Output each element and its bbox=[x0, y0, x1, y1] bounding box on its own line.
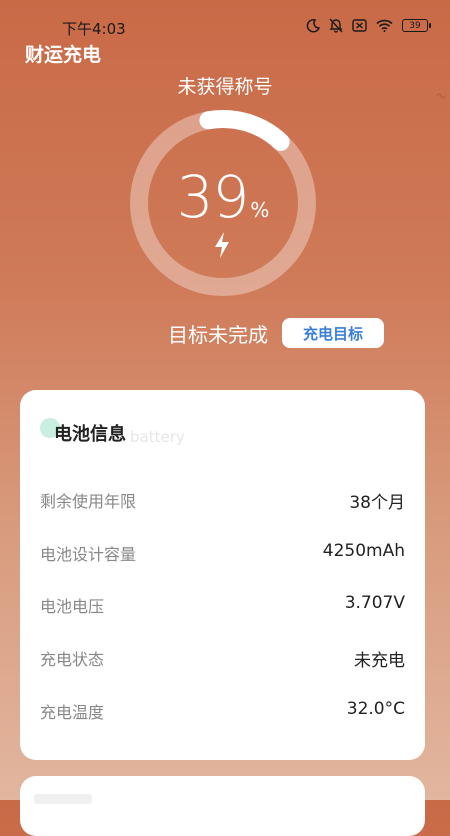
info-label: 电池电压 bbox=[40, 597, 105, 616]
info-value: 4250mAh bbox=[322, 541, 405, 561]
info-label: 电池设计容量 bbox=[40, 545, 137, 564]
honor-title: 未获得称号 bbox=[177, 76, 273, 98]
secondary-card-placeholder bbox=[34, 794, 92, 804]
charge-gauge: 39% bbox=[128, 108, 318, 298]
goal-row: 目标未完成 充电目标 bbox=[168, 318, 384, 348]
moon-icon bbox=[306, 18, 320, 33]
info-label: 剩余使用年限 bbox=[40, 492, 137, 511]
info-value: 3.707V bbox=[344, 593, 405, 613]
battery-info-card: 电池信息 battery 剩余使用年限 38个月 电池设计容量 4250mAh … bbox=[20, 390, 425, 760]
status-time: 下午4:03 bbox=[62, 20, 126, 38]
goal-status: 目标未完成 bbox=[168, 322, 268, 347]
percent-sign: % bbox=[250, 198, 270, 222]
info-value: 38个月 bbox=[349, 493, 405, 513]
percent-value: 39 bbox=[176, 163, 250, 231]
bell-muted-icon bbox=[329, 18, 343, 33]
card-title: 电池信息 bbox=[54, 424, 126, 445]
info-row-charge-status: 充电状态 未充电 bbox=[40, 640, 405, 671]
status-bar: 下午4:03 39 bbox=[0, 0, 450, 40]
wifi-icon bbox=[376, 19, 393, 32]
info-value: 未充电 bbox=[354, 651, 405, 671]
battery-icon: 39 bbox=[402, 19, 431, 32]
status-icons: 39 bbox=[306, 18, 431, 33]
sim-card-x-icon bbox=[352, 19, 367, 32]
card-watermark: battery bbox=[130, 428, 185, 446]
secondary-card bbox=[20, 776, 425, 836]
info-row-temperature: 充电温度 32.0°C bbox=[40, 693, 405, 723]
charge-goal-button[interactable]: 充电目标 bbox=[282, 318, 384, 348]
percent-display: 39% bbox=[128, 163, 318, 231]
info-value: 32.0°C bbox=[346, 699, 405, 719]
info-label: 充电温度 bbox=[40, 703, 105, 722]
info-label: 充电状态 bbox=[40, 650, 105, 669]
info-row-remaining-years: 剩余使用年限 38个月 bbox=[40, 482, 405, 513]
gauge-progress-arc bbox=[199, 110, 290, 151]
info-row-voltage: 电池电压 3.707V bbox=[40, 587, 405, 617]
app-title: 财运充电 bbox=[25, 44, 102, 66]
info-row-design-capacity: 电池设计容量 4250mAh bbox=[40, 535, 405, 565]
